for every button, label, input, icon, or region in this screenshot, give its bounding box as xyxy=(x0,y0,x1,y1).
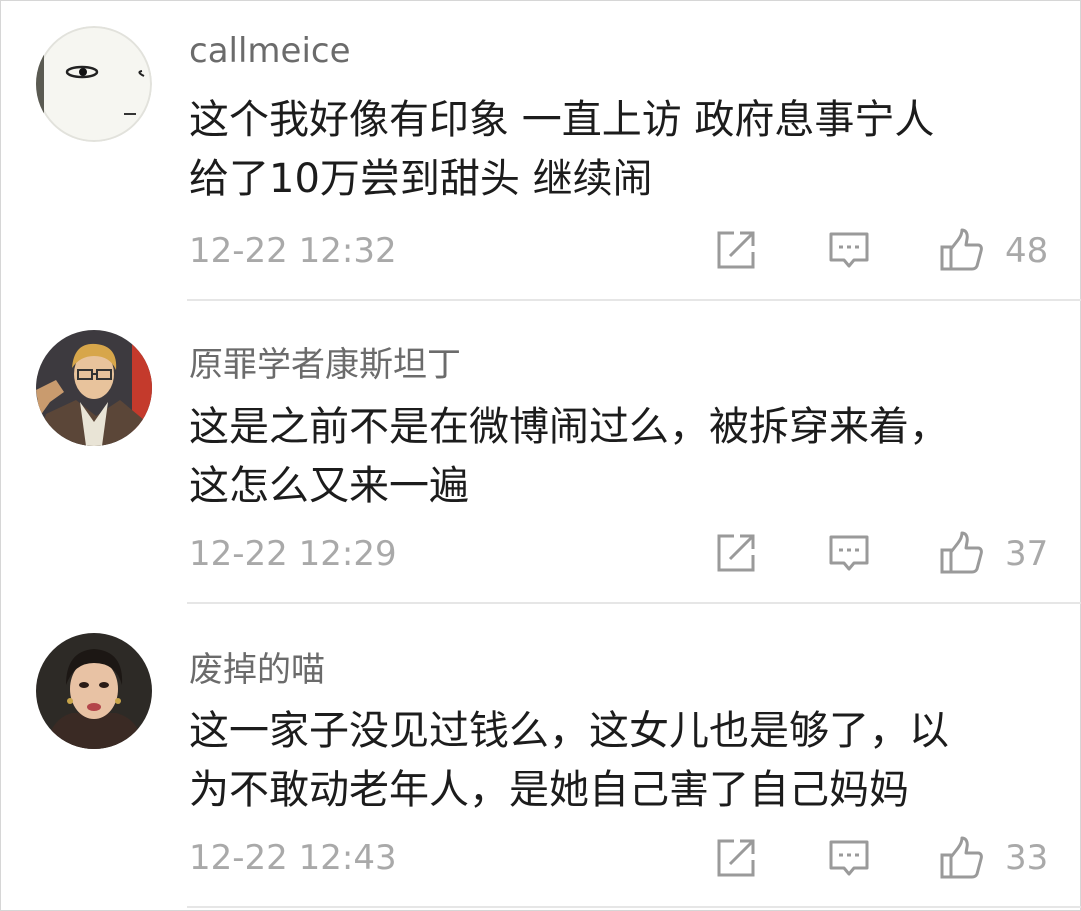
timestamp: 12-22 12:29 xyxy=(189,534,397,574)
stick-face-avatar-icon xyxy=(36,26,152,142)
comment-item: 原罪学者康斯坦丁 这是之前不是在微博闹过么，被拆穿来着， 这怎么又来一遍 12-… xyxy=(1,303,1081,603)
username[interactable]: 废掉的喵 xyxy=(189,642,325,691)
thumbs-up-icon[interactable] xyxy=(939,836,983,880)
comment-text: 这一家子没见过钱么，这女儿也是够了，以 为不敢动老年人，是她自己害了自己妈妈 xyxy=(189,702,1059,820)
reply-icon[interactable] xyxy=(827,836,871,880)
username[interactable]: callmeice xyxy=(189,31,351,71)
share-icon[interactable] xyxy=(714,228,758,272)
timestamp: 12-22 12:32 xyxy=(189,231,397,271)
like-count: 33 xyxy=(1005,838,1049,878)
divider xyxy=(187,906,1081,908)
like-count: 48 xyxy=(1005,231,1049,271)
comment-text-line: 这个我好像有印象 一直上访 政府息事宁人 xyxy=(189,97,935,143)
divider xyxy=(187,602,1081,604)
reply-icon[interactable] xyxy=(827,228,871,272)
comment-text-line: 这是之前不是在微博闹过么，被拆穿来着， xyxy=(189,404,949,450)
avatar[interactable] xyxy=(36,330,152,446)
reply-icon[interactable] xyxy=(827,531,871,575)
comment-text-line: 给了10万尝到甜头 继续闹 xyxy=(189,156,653,202)
comment-item: callmeice 这个我好像有印象 一直上访 政府息事宁人 给了10万尝到甜头… xyxy=(1,1,1081,301)
comment-text-line: 这怎么又来一遍 xyxy=(189,463,469,509)
avatar[interactable] xyxy=(36,633,152,749)
illustrated-man-avatar-icon xyxy=(36,330,152,446)
woman-photo-avatar-icon xyxy=(36,633,152,749)
comment-text-line: 这一家子没见过钱么，这女儿也是够了，以 xyxy=(189,708,949,754)
comment-text-line: 为不敢动老年人，是她自己害了自己妈妈 xyxy=(189,767,909,813)
like-count: 37 xyxy=(1005,534,1049,574)
comment-text: 这个我好像有印象 一直上访 政府息事宁人 给了10万尝到甜头 继续闹 xyxy=(189,91,1059,209)
thumbs-up-icon[interactable] xyxy=(939,228,983,272)
share-icon[interactable] xyxy=(714,531,758,575)
comment-text: 这是之前不是在微博闹过么，被拆穿来着， 这怎么又来一遍 xyxy=(189,398,1059,516)
share-icon[interactable] xyxy=(714,836,758,880)
timestamp: 12-22 12:43 xyxy=(189,838,397,878)
comment-list: callmeice 这个我好像有印象 一直上访 政府息事宁人 给了10万尝到甜头… xyxy=(0,0,1081,911)
comment-item: 废掉的喵 这一家子没见过钱么，这女儿也是够了，以 为不敢动老年人，是她自己害了自… xyxy=(1,606,1081,906)
divider xyxy=(187,299,1081,301)
username[interactable]: 原罪学者康斯坦丁 xyxy=(189,337,461,386)
thumbs-up-icon[interactable] xyxy=(939,531,983,575)
avatar[interactable] xyxy=(36,26,152,142)
